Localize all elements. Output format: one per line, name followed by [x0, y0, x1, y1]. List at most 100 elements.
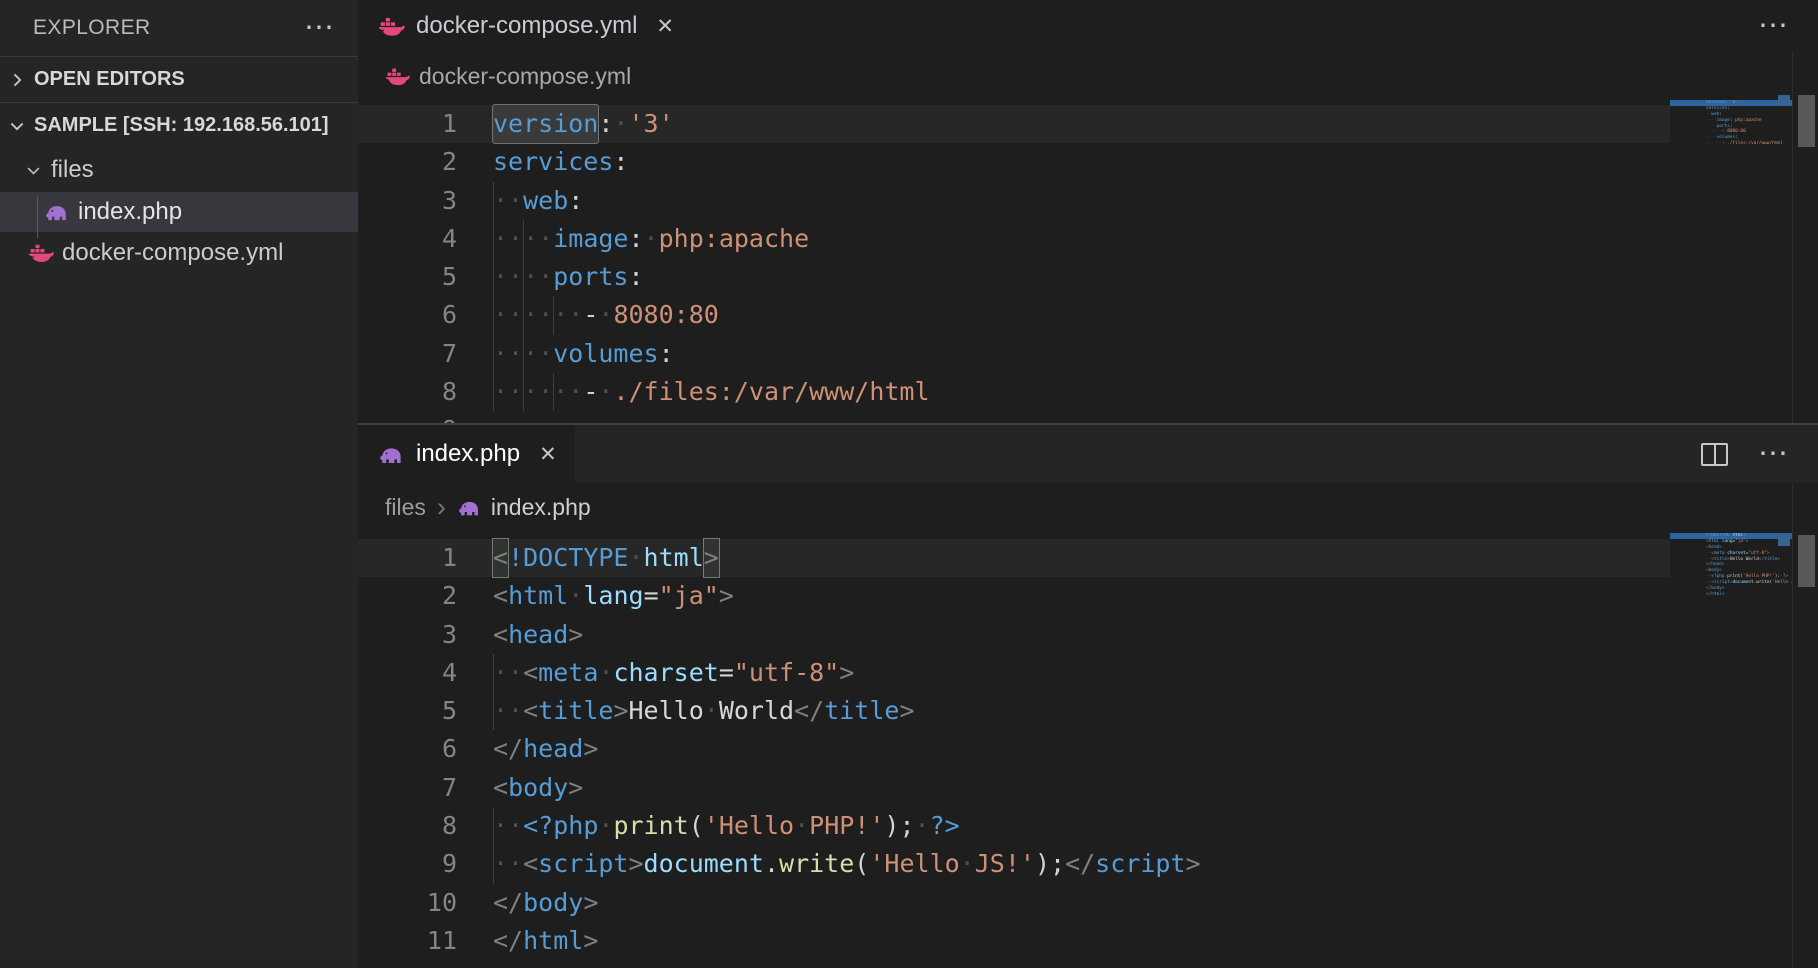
- code-token: =: [719, 654, 734, 692]
- code-token: ./files:/var/www/html: [613, 373, 929, 411]
- tab-index-php[interactable]: index.php ✕: [358, 425, 575, 483]
- code-line[interactable]: 10</body>: [358, 884, 1670, 922]
- code-line[interactable]: 2services:: [358, 143, 1670, 181]
- code-token: html: [523, 922, 583, 960]
- code-line[interactable]: 2<html·lang="ja">: [358, 577, 1670, 615]
- breadcrumb-item-folder[interactable]: files: [385, 494, 426, 521]
- line-number: 1: [358, 539, 457, 577]
- tree-item-label: docker-compose.yml: [62, 239, 283, 267]
- tree-item-docker-compose[interactable]: docker-compose.yml: [0, 232, 358, 274]
- code-token: Hello: [629, 692, 704, 730]
- code-line[interactable]: 11</html>: [358, 922, 1670, 960]
- php-file-icon: [378, 441, 405, 468]
- editor-more-icon[interactable]: ⋯: [1758, 11, 1790, 41]
- line-number: 12: [358, 960, 457, 968]
- chevron-down-icon: [7, 116, 27, 136]
- line-number: 9: [358, 845, 457, 883]
- code-token: script: [1095, 845, 1185, 883]
- open-editors-section[interactable]: OPEN EDITORS: [0, 56, 358, 102]
- code-token: '3': [628, 105, 673, 143]
- scrollbar: [1792, 52, 1818, 423]
- code-token: >: [568, 616, 583, 654]
- code-token: ··: [493, 296, 523, 334]
- code-line[interactable]: 5··<title>Hello·World</title>: [358, 692, 1670, 730]
- line-number: 3: [358, 182, 457, 220]
- minimap[interactable]: version:·'3'services:··web:····image:·ph…: [1670, 100, 1792, 423]
- editor-group-top: docker-compose.yml ✕ ⋯: [358, 0, 1818, 423]
- code-token: html: [644, 539, 704, 577]
- code-token: :: [628, 258, 643, 296]
- overview-ruler-marker: [1778, 95, 1790, 106]
- code-token: ··: [523, 258, 553, 296]
- vscode-window: EXPLORER ⋯ OPEN EDITORS SAMPLE [SSH: 192…: [0, 0, 1818, 968]
- code-line[interactable]: 8······-·./files:/var/www/html: [358, 373, 1670, 411]
- code-line[interactable]: 5····ports:: [358, 258, 1670, 296]
- code-token: "ja": [659, 577, 719, 615]
- tab-docker-compose[interactable]: docker-compose.yml ✕: [358, 0, 692, 52]
- tree-item-files[interactable]: files: [0, 148, 358, 192]
- code-line[interactable]: 6</head>: [358, 730, 1670, 768]
- breadcrumb: docker-compose.yml: [358, 52, 1818, 100]
- line-number: 10: [358, 884, 457, 922]
- code-line[interactable]: 7····volumes:: [358, 335, 1670, 373]
- code-token: <: [493, 616, 508, 654]
- line-number: 6: [358, 296, 457, 334]
- code-token: lang: [583, 577, 643, 615]
- code-token: ··: [523, 373, 553, 411]
- code-token: <: [493, 539, 508, 577]
- line-number: 6: [358, 730, 457, 768]
- code-editor-index-php[interactable]: 1<!DOCTYPE·html>2<html·lang="ja">3<head>…: [358, 531, 1670, 968]
- editor-area: docker-compose.yml ✕ ⋯: [358, 0, 1818, 968]
- code-token: PHP!': [809, 807, 884, 845]
- code-token: ··: [493, 258, 523, 296]
- code-line[interactable]: 1<!DOCTYPE·html>: [358, 539, 1670, 577]
- scrollbar-thumb[interactable]: [1798, 95, 1815, 147]
- minimap-line[interactable]: [1670, 598, 1792, 604]
- code-token: (: [689, 807, 704, 845]
- workspace-section[interactable]: SAMPLE [SSH: 192.168.56.101]: [0, 102, 358, 148]
- docker-file-icon: [28, 240, 54, 266]
- code-line[interactable]: 3··web:: [358, 182, 1670, 220]
- chevron-down-icon: [24, 161, 43, 180]
- code-token: .: [764, 845, 779, 883]
- code-token: >: [1185, 845, 1200, 883]
- code-token: </: [1065, 845, 1095, 883]
- code-token: ··: [493, 182, 523, 220]
- code-line[interactable]: 4··<meta·charset="utf-8">: [358, 654, 1670, 692]
- scrollbar: [1792, 483, 1818, 968]
- code-line[interactable]: 4····image:·php:apache: [358, 220, 1670, 258]
- tree-item-index-php[interactable]: index.php: [0, 192, 358, 232]
- code-token: >: [839, 654, 854, 692]
- code-line[interactable]: 1version:·'3': [358, 105, 1670, 143]
- code-line[interactable]: 8··<?php·print('Hello·PHP!');·?>: [358, 807, 1670, 845]
- code-line[interactable]: 3<head>: [358, 616, 1670, 654]
- code-token: version: [493, 105, 598, 143]
- code-token: ·: [613, 105, 628, 143]
- tab-label: index.php: [416, 440, 520, 468]
- code-line[interactable]: 12: [358, 960, 1670, 968]
- line-number: 2: [358, 143, 457, 181]
- code-token: ?>: [930, 807, 960, 845]
- code-token: ··: [493, 654, 523, 692]
- explorer-more-icon[interactable]: ⋯: [304, 13, 336, 43]
- code-line[interactable]: 6······-·8080:80: [358, 296, 1670, 334]
- minimap-line[interactable]: [1670, 147, 1792, 153]
- code-line[interactable]: 9··<script>document.write('Hello·JS!');<…: [358, 845, 1670, 883]
- code-line[interactable]: 9: [358, 411, 1670, 423]
- code-token: >: [628, 845, 643, 883]
- close-icon[interactable]: ✕: [656, 14, 674, 39]
- minimap[interactable]: <!DOCTYPE·html><html·lang="ja"><head>··<…: [1670, 533, 1792, 968]
- editor-more-icon[interactable]: ⋯: [1758, 439, 1790, 469]
- code-token: );: [1035, 845, 1065, 883]
- code-line[interactable]: 7<body>: [358, 769, 1670, 807]
- scrollbar-thumb[interactable]: [1798, 535, 1815, 587]
- close-icon[interactable]: ✕: [539, 442, 557, 467]
- code-token: ·: [960, 845, 975, 883]
- breadcrumb-item-file[interactable]: docker-compose.yml: [419, 63, 631, 90]
- split-editor-icon[interactable]: [1701, 443, 1728, 466]
- code-token: ··: [493, 845, 523, 883]
- breadcrumb-item-file[interactable]: index.php: [491, 494, 591, 521]
- code-token: ·: [915, 807, 930, 845]
- code-editor-docker-compose[interactable]: 1version:·'3'2services:3··web:4····image…: [358, 100, 1670, 423]
- code-token: body: [523, 884, 583, 922]
